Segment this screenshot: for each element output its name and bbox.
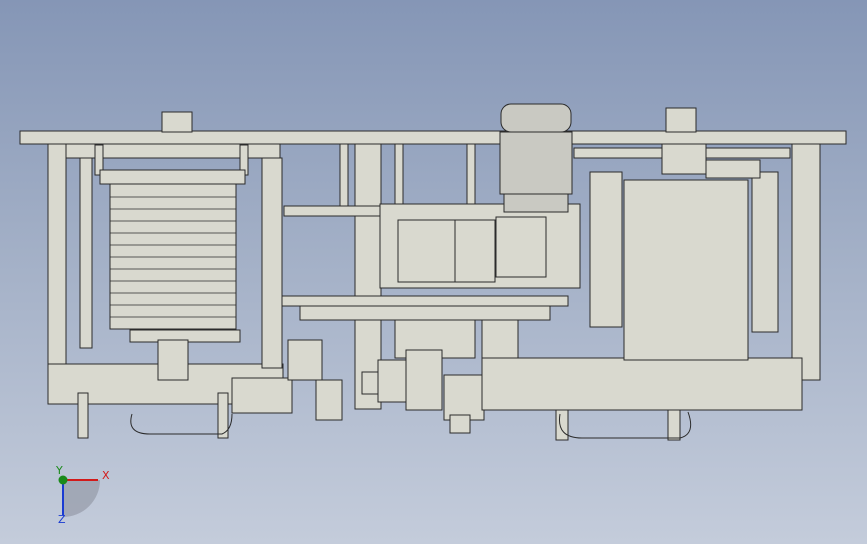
triad-backdrop xyxy=(63,480,100,517)
left-top-motor xyxy=(161,111,193,133)
center-gearbox xyxy=(379,203,581,289)
axis-triad xyxy=(58,475,100,517)
right-stack xyxy=(589,143,779,361)
left-stack xyxy=(99,169,246,343)
right-top-motor xyxy=(665,107,697,133)
top-plate xyxy=(19,130,847,145)
cad-viewport[interactable]: X Y Z xyxy=(0,0,867,544)
x-axis-label: X xyxy=(102,469,110,482)
z-axis-label: Z xyxy=(58,513,66,526)
machine-assembly-drawing xyxy=(19,103,847,517)
y-axis-label: Y xyxy=(56,464,63,477)
center-motor xyxy=(499,103,573,213)
left-cable-chain xyxy=(130,413,233,435)
